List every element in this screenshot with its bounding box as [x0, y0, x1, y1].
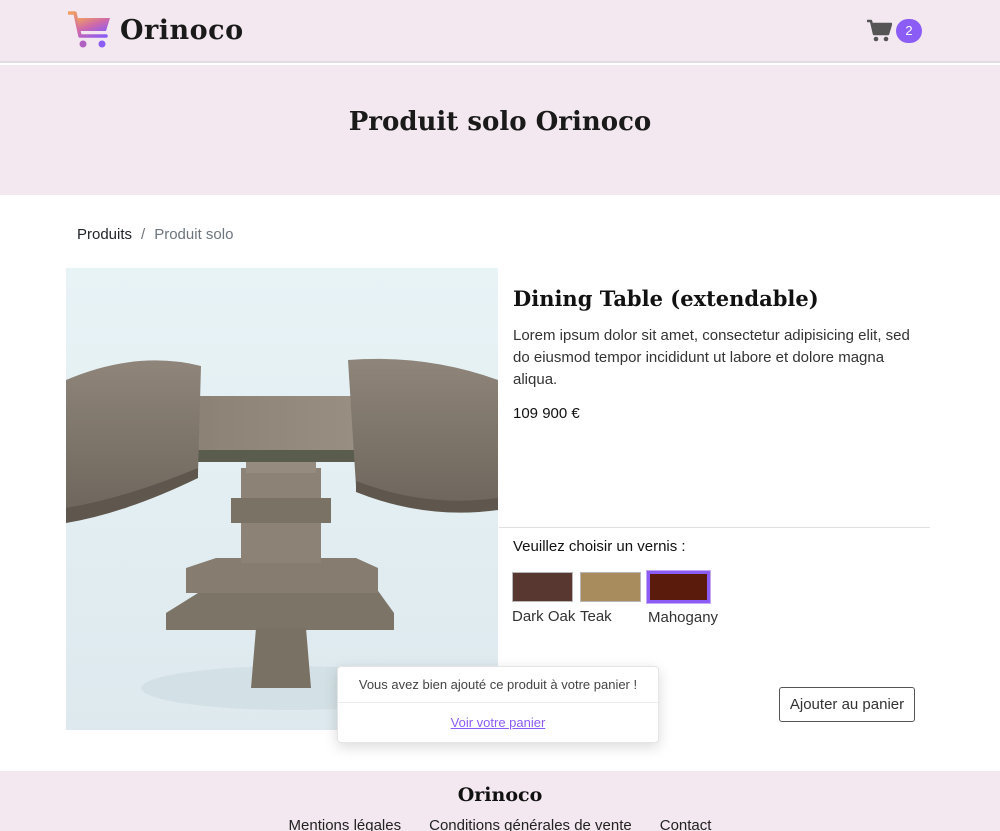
varnish-option-mahogany[interactable]: Mahogany [647, 571, 719, 626]
toast-message: Vous avez bien ajouté ce produit à votre… [338, 667, 658, 703]
breadcrumb-products-link[interactable]: Produits [77, 226, 132, 243]
brand-name: Orinoco [120, 14, 244, 46]
footer-link-terms[interactable]: Conditions générales de vente [429, 817, 632, 831]
varnish-swatch-teak[interactable] [580, 572, 641, 602]
product-image [66, 268, 498, 730]
varnish-swatch-mahogany[interactable] [647, 571, 710, 603]
varnish-swatch-dark-oak[interactable] [512, 572, 573, 602]
view-cart-link[interactable]: Voir votre panier [338, 715, 658, 730]
page-title: Produit solo Orinoco [348, 107, 652, 137]
product-description: Lorem ipsum dolor sit amet, consectetur … [513, 327, 910, 388]
shopping-cart-logo-icon [68, 11, 110, 48]
footer-links: Mentions légales Conditions générales de… [0, 817, 1000, 831]
shopping-cart-icon [867, 19, 892, 42]
product-price: 109 900 € [513, 405, 580, 422]
footer: Orinoco Mentions légales Conditions géné… [0, 771, 1000, 831]
varnish-label: Veuillez choisir un vernis : [513, 538, 686, 555]
cart-count-badge: 2 [896, 19, 922, 43]
cart-button[interactable]: 2 [866, 19, 922, 43]
brand-link[interactable]: Orinoco [68, 10, 244, 50]
breadcrumb-current: Produit solo [154, 226, 234, 243]
product-info: Dining Table (extendable) Lorem ipsum do… [513, 286, 913, 422]
divider [499, 527, 930, 528]
varnish-options: Dark Oak Teak Mahogany [512, 571, 719, 626]
varnish-name: Dark Oak [512, 608, 576, 625]
add-to-cart-button[interactable]: Ajouter au panier [779, 687, 915, 722]
breadcrumb: Produits / Produit solo [77, 226, 233, 243]
varnish-name: Teak [580, 608, 612, 625]
varnish-option-teak[interactable]: Teak [580, 572, 648, 626]
varnish-option-dark-oak[interactable]: Dark Oak [512, 572, 580, 626]
cart-toast: Vous avez bien ajouté ce produit à votre… [337, 666, 659, 743]
varnish-name: Mahogany [648, 609, 719, 626]
footer-brand: Orinoco [457, 784, 543, 806]
breadcrumb-separator: / [141, 226, 146, 243]
page-hero: Produit solo Orinoco [0, 65, 1000, 195]
navbar: Orinoco 2 [0, 0, 1000, 63]
footer-link-contact[interactable]: Contact [660, 817, 712, 831]
product-title: Dining Table (extendable) [513, 286, 819, 311]
footer-link-legal[interactable]: Mentions légales [289, 817, 402, 831]
